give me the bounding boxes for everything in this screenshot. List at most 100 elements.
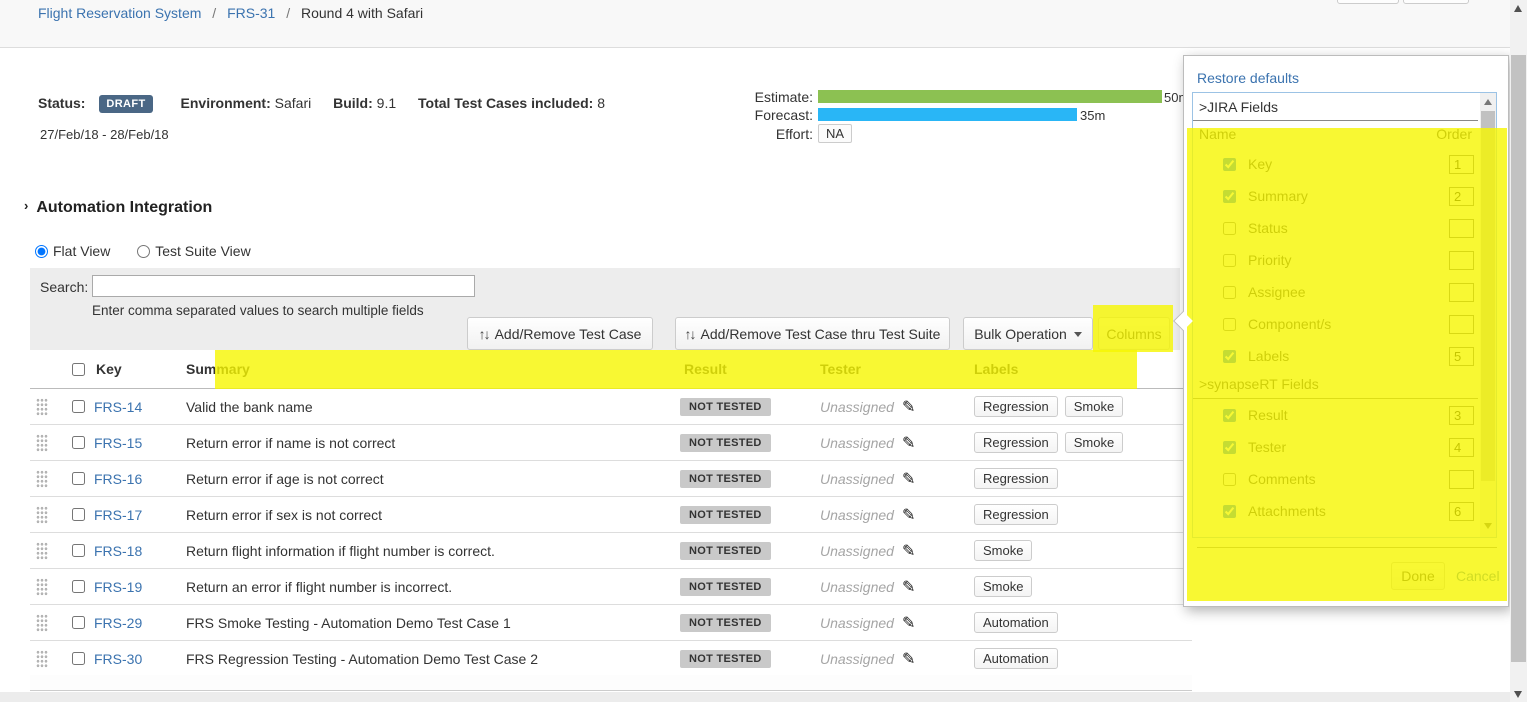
scroll-up-icon[interactable] [1484,99,1492,105]
field-label: Status [1248,220,1288,236]
col-header-key[interactable]: Key [94,361,186,377]
field-order-input[interactable] [1449,187,1474,206]
field-order-input[interactable] [1449,283,1474,302]
chevron-right-icon[interactable]: › [24,198,28,213]
field-label: Priority [1248,252,1292,268]
field-order-input[interactable] [1449,470,1474,489]
edit-pencil-icon[interactable]: ✎ [902,399,915,416]
drag-handle-icon[interactable] [36,614,48,632]
field-checkbox[interactable] [1223,318,1236,331]
row-checkbox[interactable] [66,472,91,485]
bulk-operation-label: Bulk Operation [974,326,1067,342]
search-input[interactable] [92,275,475,297]
row-checkbox[interactable] [66,544,91,557]
result-badge: NOT TESTED [680,398,771,416]
breadcrumb-project-link[interactable]: Flight Reservation System [38,5,201,21]
select-all-checkbox[interactable] [66,363,91,376]
field-order-input[interactable] [1449,406,1474,425]
breadcrumb-issue-link[interactable]: FRS-31 [227,5,275,21]
scroll-down-icon[interactable] [1514,691,1522,698]
add-remove-thru-suite-button[interactable]: ↑↓Add/Remove Test Case thru Test Suite [675,317,950,350]
flat-view-option[interactable]: Flat View [30,243,110,259]
view-radio-flat[interactable] [35,245,48,258]
field-checkbox[interactable] [1223,473,1236,486]
row-checkbox[interactable] [66,436,91,449]
row-checkbox[interactable] [66,508,91,521]
field-order-input[interactable] [1449,155,1474,174]
listbox-scroll-thumb[interactable] [1481,111,1495,481]
drag-handle-icon[interactable] [36,434,48,452]
columns-button[interactable]: Columns [1098,317,1170,350]
row-key-link[interactable]: FRS-19 [94,579,186,595]
add-remove-label: Add/Remove Test Case [495,326,642,342]
row-checkbox[interactable] [66,580,91,593]
name-header: Name [1199,126,1236,142]
field-checkbox[interactable] [1223,441,1236,454]
partial-toolbar-button-2[interactable] [1403,0,1469,4]
field-order-input[interactable] [1449,251,1474,270]
field-order-input[interactable] [1449,347,1474,366]
field-order-input[interactable] [1449,315,1474,334]
page-scroll-thumb[interactable] [1511,55,1526,662]
field-order-input[interactable] [1449,438,1474,457]
row-checkbox[interactable] [66,652,91,665]
estimate-label: Estimate: [738,89,813,105]
row-key-link[interactable]: FRS-29 [94,615,186,631]
edit-pencil-icon[interactable]: ✎ [902,471,915,488]
add-remove-test-case-button[interactable]: ↑↓ Add/Remove Test Case [467,317,653,350]
cancel-link[interactable]: Cancel [1456,568,1500,584]
updown-arrows-icon: ↑↓ [479,326,489,342]
drag-handle-icon[interactable] [36,398,48,416]
test-suite-view-option[interactable]: Test Suite View [132,243,250,259]
col-header-tester[interactable]: Tester [820,361,970,377]
drag-handle-icon[interactable] [36,506,48,524]
field-checkbox[interactable] [1223,254,1236,267]
section-automation-integration[interactable]: ›Automation Integration [24,199,212,217]
done-button[interactable]: Done [1391,562,1445,590]
row-key-link[interactable]: FRS-14 [94,399,186,415]
field-checkbox[interactable] [1223,409,1236,422]
scroll-down-icon[interactable] [1484,523,1492,529]
listbox-scrollbar[interactable] [1480,93,1496,537]
row-key-link[interactable]: FRS-30 [94,651,186,667]
drag-handle-icon[interactable] [36,542,48,560]
field-checkbox[interactable] [1223,190,1236,203]
edit-pencil-icon[interactable]: ✎ [902,651,915,668]
page-scrollbar[interactable] [1510,0,1527,702]
drag-handle-icon[interactable] [36,470,48,488]
row-labels: Regression [970,468,1192,489]
row-checkbox[interactable] [66,400,91,413]
edit-pencil-icon[interactable]: ✎ [902,615,915,632]
col-header-result[interactable]: Result [680,361,820,377]
row-key-link[interactable]: FRS-16 [94,471,186,487]
table-row: FRS-17 Return error if sex is not correc… [30,497,1192,533]
row-key-link[interactable]: FRS-17 [94,507,186,523]
partial-toolbar-button-1[interactable] [1337,0,1399,4]
restore-defaults-link[interactable]: Restore defaults [1197,70,1299,86]
field-checkbox[interactable] [1223,286,1236,299]
field-checkbox[interactable] [1223,158,1236,171]
row-key-link[interactable]: FRS-18 [94,543,186,559]
drag-handle-icon[interactable] [36,578,48,596]
edit-pencil-icon[interactable]: ✎ [902,543,915,560]
scroll-up-icon[interactable] [1514,5,1522,12]
field-order-input[interactable] [1449,502,1474,521]
screen: Flight Reservation System / FRS-31 / Rou… [0,0,1527,702]
field-checkbox[interactable] [1223,222,1236,235]
edit-pencil-icon[interactable]: ✎ [902,435,915,452]
drag-handle-icon[interactable] [36,650,48,668]
result-badge: NOT TESTED [680,650,771,668]
label-tag: Smoke [1065,432,1123,453]
row-labels: Automation [970,612,1192,633]
view-radio-suite[interactable] [137,245,150,258]
col-header-summary[interactable]: Summary [186,361,680,377]
edit-pencil-icon[interactable]: ✎ [902,579,915,596]
field-checkbox[interactable] [1223,505,1236,518]
col-header-labels[interactable]: Labels [970,361,1192,377]
edit-pencil-icon[interactable]: ✎ [902,507,915,524]
row-checkbox[interactable] [66,616,91,629]
field-checkbox[interactable] [1223,350,1236,363]
row-key-link[interactable]: FRS-15 [94,435,186,451]
field-order-input[interactable] [1449,219,1474,238]
bulk-operation-button[interactable]: Bulk Operation [963,317,1093,350]
